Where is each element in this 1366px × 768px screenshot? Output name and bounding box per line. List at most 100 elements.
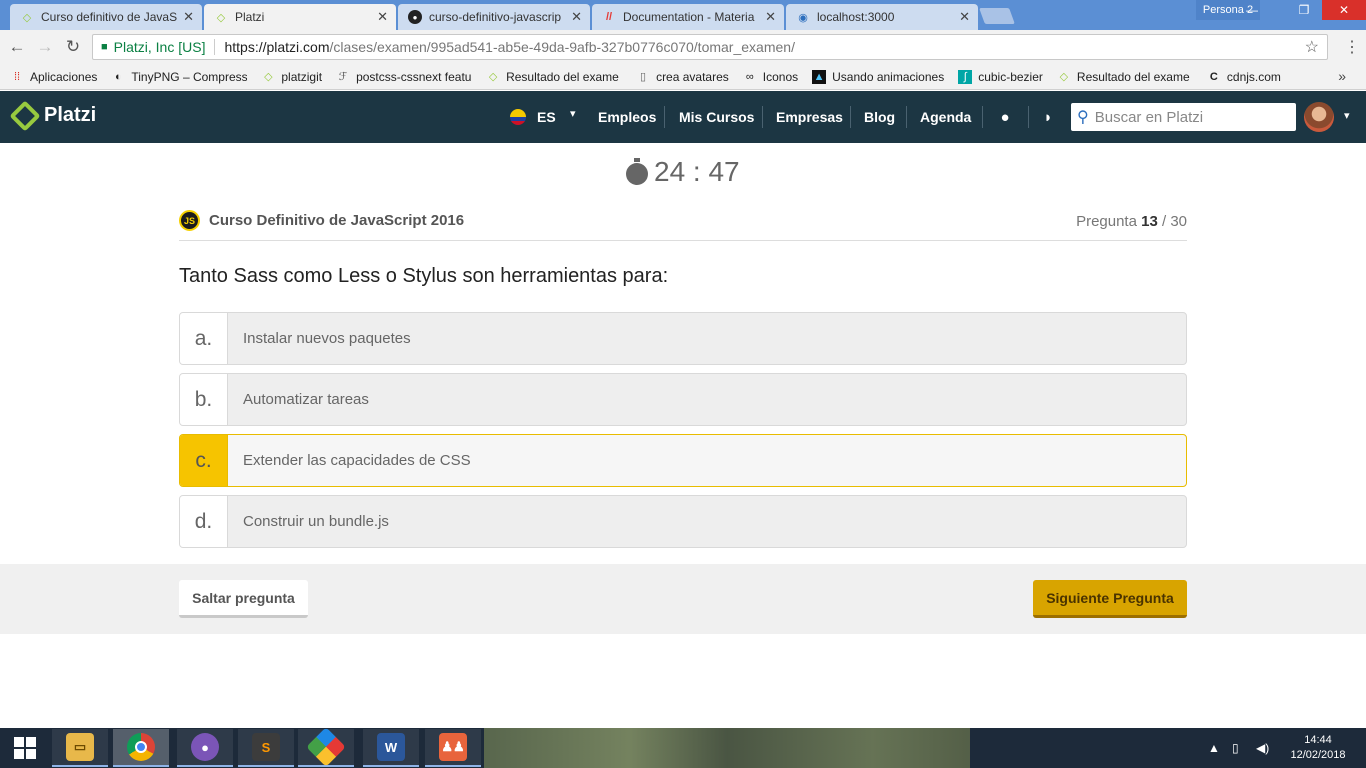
bookmark-item[interactable]: ∞ Iconos: [743, 70, 798, 84]
bookmark-label: Resultado del exame: [1076, 69, 1190, 84]
browser-tab[interactable]: ◇ Curso definitivo de JavaS ✕: [10, 4, 202, 30]
globe-icon: ◉: [798, 11, 808, 24]
colombia-flag-icon: [510, 109, 526, 125]
option-text: Automatizar tareas: [243, 391, 369, 408]
answer-option-d[interactable]: d. Construir un bundle.js: [179, 495, 1187, 548]
avatar[interactable]: [1304, 102, 1334, 132]
language-selector[interactable]: ES: [537, 91, 556, 143]
chrome-icon[interactable]: [113, 729, 169, 767]
bookmark-label: TinyPNG – Compress: [131, 69, 248, 84]
browser-tab-active[interactable]: ◇ Platzi ✕: [204, 4, 396, 30]
star-icon[interactable]: ☆: [1305, 37, 1319, 57]
close-icon[interactable]: ✕: [765, 9, 776, 25]
bookmark-item[interactable]: ◇ Resultado del exame: [486, 70, 622, 84]
chat-bubble-icon[interactable]: ●: [994, 106, 1016, 128]
battery-icon[interactable]: ▯: [1232, 728, 1239, 768]
search-box[interactable]: ⚲: [1071, 103, 1296, 131]
bookmark-item[interactable]: ▲ Usando animaciones: [812, 69, 944, 84]
bookmark-label: Resultado del exame: [506, 69, 619, 84]
divider: [850, 106, 851, 128]
back-icon[interactable]: ←: [6, 36, 28, 58]
windows-start-icon[interactable]: [0, 728, 50, 768]
question-counter: Pregunta 13 / 30: [1076, 213, 1187, 230]
close-icon[interactable]: ✕: [377, 9, 388, 25]
bookmark-item[interactable]: ▯ crea avatares: [636, 70, 729, 84]
nav-empleos[interactable]: Empleos: [598, 91, 656, 143]
word-icon[interactable]: W: [363, 729, 419, 767]
forward-icon[interactable]: →: [34, 36, 56, 58]
bookmark-item[interactable]: ◇ Resultado del exame: [1057, 70, 1193, 84]
github-desktop-icon[interactable]: ●: [177, 729, 233, 767]
minimize-icon[interactable]: —: [1238, 0, 1266, 20]
taskbar-wallpaper: [484, 728, 970, 768]
platzi-logo[interactable]: Platzi: [9, 99, 97, 132]
browser-toolbar: ← → ↻ ■ Platzi, Inc [US] https://platzi.…: [0, 30, 1366, 64]
tab-title: Curso definitivo de JavaS: [41, 10, 178, 24]
tab-title: Platzi: [235, 10, 265, 24]
bookmark-item[interactable]: ℱ postcss-cssnext featu: [336, 70, 472, 84]
file-explorer-icon[interactable]: ▭: [52, 729, 108, 767]
browser-tab[interactable]: ● curso-definitivo-javascrip ✕: [398, 4, 590, 30]
option-text: Extender las capacidades de CSS: [243, 452, 471, 469]
new-tab-button[interactable]: [979, 8, 1015, 24]
bookmark-item[interactable]: ◇ platzigit: [261, 70, 322, 84]
close-icon[interactable]: ✕: [183, 9, 194, 25]
browser-tab[interactable]: ◉ localhost:3000 ✕: [786, 4, 978, 30]
nav-blog[interactable]: Blog: [864, 91, 895, 143]
close-icon[interactable]: ✕: [959, 9, 970, 25]
search-input[interactable]: [1094, 108, 1280, 126]
next-question-button[interactable]: Siguiente Pregunta: [1033, 580, 1187, 618]
show-hidden-icons-icon[interactable]: ▲: [1208, 728, 1220, 768]
platzi-icon: ◇: [488, 71, 498, 83]
more-bookmarks-icon[interactable]: »: [1338, 68, 1346, 84]
bookmark-apps[interactable]: ⁞⁞ Aplicaciones: [10, 70, 97, 84]
close-icon[interactable]: ✕: [571, 9, 582, 25]
bookmark-label: cdnjs.com: [1226, 69, 1281, 84]
apps-icon: ⁞⁞: [13, 70, 21, 83]
question-text: Tanto Sass como Less o Stylus son herram…: [179, 265, 669, 287]
sublime-text-icon[interactable]: S: [238, 729, 294, 767]
bookmark-label: postcss-cssnext featu: [356, 69, 472, 84]
answer-option-a[interactable]: a. Instalar nuevos paquetes: [179, 312, 1187, 365]
github-icon: ●: [408, 10, 422, 24]
chevron-down-icon[interactable]: ▾: [570, 107, 576, 120]
divider: [179, 240, 1187, 241]
bookmarks-bar: ⁞⁞ Aplicaciones ◐ TinyPNG – Compress ◇ p…: [0, 64, 1366, 90]
maximize-icon[interactable]: ❐: [1290, 0, 1318, 20]
chevron-down-icon[interactable]: ▾: [1344, 109, 1350, 122]
question-total: / 30: [1157, 213, 1187, 230]
bookmark-item[interactable]: C cdnjs.com: [1207, 70, 1281, 84]
system-clock[interactable]: 14:44 12/02/2018: [1282, 733, 1354, 763]
platzi-logo-text: Platzi: [44, 104, 97, 126]
course-title: JS Curso Definitivo de JavaScript 2016: [179, 210, 464, 231]
site-identity[interactable]: Platzi, Inc [US]: [114, 39, 206, 55]
answer-option-c[interactable]: c. Extender las capacidades de CSS: [179, 434, 1187, 487]
cdnjs-icon: C: [1209, 70, 1218, 83]
gitkraken-icon[interactable]: [298, 727, 354, 767]
answer-option-b[interactable]: b. Automatizar tareas: [179, 373, 1187, 426]
bookmark-item[interactable]: ∫ cubic-bezier: [958, 69, 1043, 84]
reload-icon[interactable]: ↻: [62, 36, 84, 58]
people-icon[interactable]: ♟♟: [425, 729, 481, 767]
volume-icon[interactable]: ◀): [1256, 728, 1269, 768]
clock-date: 12/02/2018: [1290, 749, 1346, 761]
tab-title: curso-definitivo-javascrip: [429, 10, 562, 24]
panda-icon: ◐: [115, 70, 122, 83]
url-host: https://platzi.com: [224, 39, 330, 55]
bookmark-label: Iconos: [762, 69, 799, 84]
materialize-icon: //: [605, 11, 613, 23]
nav-empresas[interactable]: Empresas: [776, 91, 843, 143]
platzi-icon: ◇: [1059, 71, 1069, 83]
nav-agenda[interactable]: Agenda: [920, 91, 971, 143]
browser-tab[interactable]: // Documentation - Materia ✕: [592, 4, 784, 30]
option-text: Construir un bundle.js: [243, 513, 389, 530]
close-window-icon[interactable]: ✕: [1322, 0, 1366, 20]
browser-tab-strip: ◇ Curso definitivo de JavaS ✕ ◇ Platzi ✕…: [0, 0, 1366, 30]
nav-mis-cursos[interactable]: Mis Cursos: [679, 91, 754, 143]
question-current: 13: [1141, 213, 1158, 230]
skip-question-button[interactable]: Saltar pregunta: [179, 580, 308, 618]
address-bar[interactable]: ■ Platzi, Inc [US] https://platzi.com /c…: [92, 34, 1328, 60]
bookmark-item[interactable]: ◐ TinyPNG – Compress: [111, 70, 247, 84]
notifications-icon[interactable]: ◗: [1037, 106, 1059, 128]
menu-icon[interactable]: ⋮: [1342, 36, 1362, 58]
